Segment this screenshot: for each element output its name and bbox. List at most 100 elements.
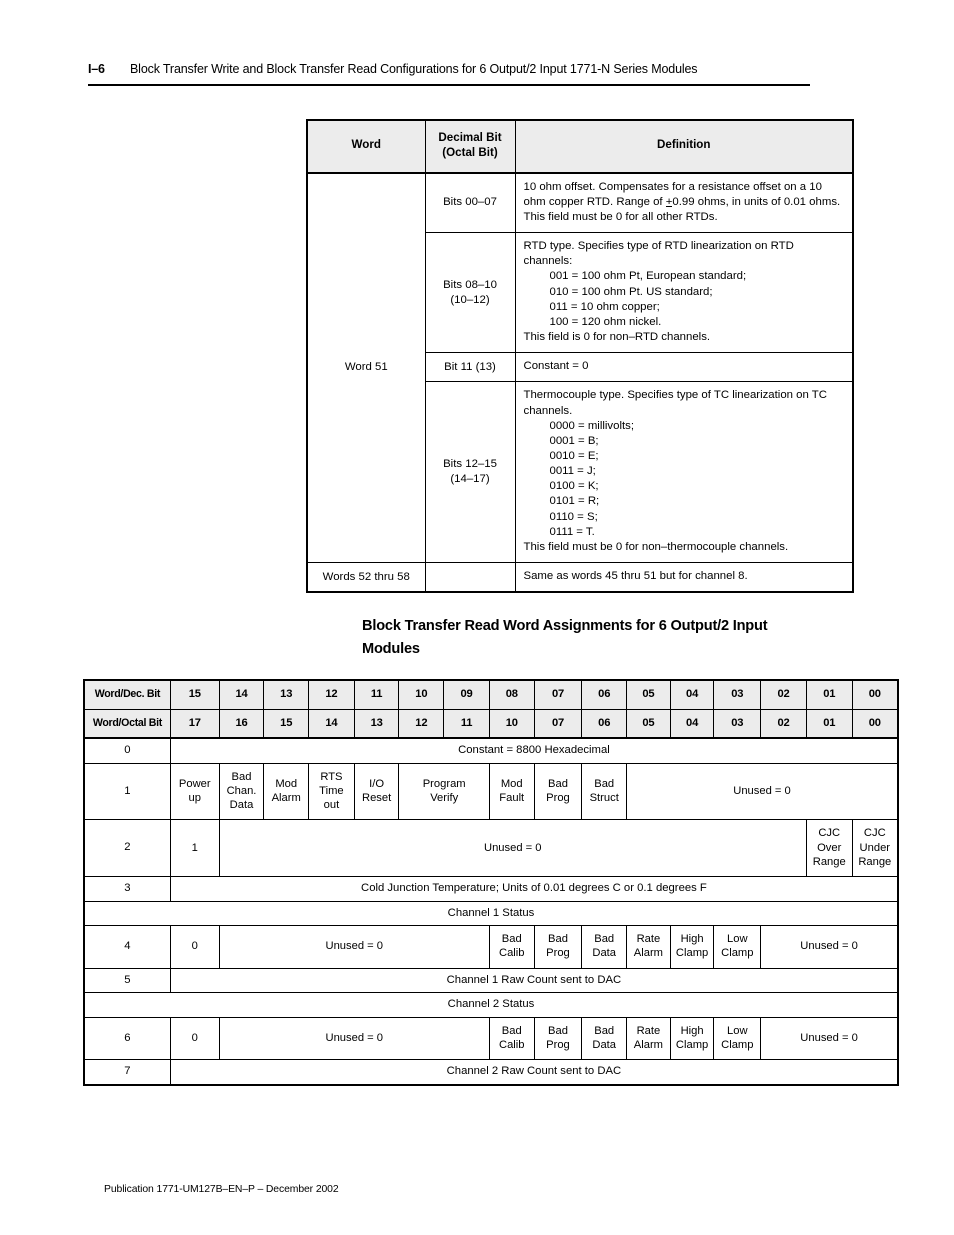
bit-range-decimal: Bits 08–10 [443, 278, 497, 291]
definition-option-line: 0010 = E; [549, 450, 599, 462]
bitfield-line: 1 [191, 841, 198, 854]
bitfield-cell: Channel 1 Status [83, 900, 899, 927]
bitfield-line: Clamp [675, 947, 709, 960]
word-number-cell: 2 [82, 819, 171, 877]
bitfield-cell: Channel 2 Status [83, 992, 899, 1019]
header-rule [88, 84, 810, 86]
bitfield-cell: Rate Alarm [626, 1017, 671, 1061]
bitfield-line: Bad [594, 933, 615, 946]
bitfield-line: Struct [589, 792, 619, 805]
bit-range-cell [424, 562, 516, 594]
bitfield-line: Bad [501, 1025, 522, 1038]
bit-header-cell: 13 [263, 678, 310, 710]
bitfield-cell: Unused = 0 [218, 1017, 490, 1061]
bitfield-cell: Bad Prog [533, 1017, 583, 1061]
bitfield-line: Fault [499, 792, 525, 805]
bitfield-cell: Bad Calib [488, 925, 535, 969]
table-row: 7 Channel 2 Raw Count sent to DAC [82, 1059, 899, 1087]
table-row: 1 Power up Bad Chan. Data Mod Alarm RTS Time out I/… [82, 763, 900, 821]
bitfield-line: Bad [231, 771, 252, 784]
definition-option-line: 0101 = R; [549, 495, 600, 508]
word-number-cell: 1 [82, 763, 171, 821]
definition-option-line: 100 = 120 ohm nickel. [549, 315, 662, 328]
bit-header-cell: 03 [713, 708, 762, 740]
bitfield-line: Rate [636, 933, 661, 946]
table-row: 2 1 Unused = 0 CJC Over Range CJC Under Range [82, 819, 899, 877]
bit-header-cell: 06 [581, 678, 628, 710]
word-number-cell: 3 [82, 875, 171, 902]
bitfield-line: Prog [546, 947, 570, 960]
table-row: 0 Constant = 8800 Hexadecimal [82, 737, 899, 765]
bitfield-line: Chan. [226, 785, 257, 798]
bit-header-cell: 13 [353, 708, 400, 740]
bitfield-line: Prog [546, 1039, 570, 1052]
bit-header-cell: 00 [851, 708, 899, 740]
definition-line: ohm copper RTD. Range of +0.99 ohms, in … [523, 195, 841, 208]
bit-header-cell: 10 [398, 678, 445, 710]
definition-line: channels. [523, 404, 573, 417]
section-heading-line1: Block Transfer Read Word Assignments for… [362, 618, 768, 634]
publication-footer: Publication 1771-UM127B–EN–P – December … [104, 1184, 339, 1195]
bitfield-line: Bad [501, 933, 522, 946]
word-label-cell: Word 51 [306, 172, 426, 564]
bitfield-line: CJC [818, 827, 841, 840]
definition-option-line: 001 = 100 ohm Pt, European standard; [549, 270, 747, 283]
bit-header-cell: 14 [308, 708, 355, 740]
bitfield-line: up [188, 792, 201, 805]
definition-cell: 10 ohm offset. Compensates for a resista… [514, 172, 854, 234]
bitfield-line: High [680, 933, 704, 946]
bitfield-line: Unused = 0 [800, 940, 858, 953]
bitfield-line: Clamp [721, 947, 754, 960]
bit-header-cell: 00 [851, 678, 899, 710]
bitfield-line: Bad [548, 778, 568, 791]
bit-header-cell: 15 [169, 678, 220, 710]
definition-line: channels: [523, 255, 573, 268]
definition-line: This field is 0 for non–RTD channels. [523, 331, 711, 344]
bitfield-line: Rate [636, 1025, 661, 1038]
bitfield-cell: Low Clamp [713, 1017, 762, 1061]
bitfield-line: Range [858, 855, 892, 868]
bit-range-cell: Bits 00–07 [424, 172, 516, 234]
table-row: Channel 2 Status [83, 992, 899, 1019]
plus-minus-glyph: + [665, 195, 673, 208]
definition-option-line: 010 = 100 ohm Pt. US standard; [549, 285, 713, 298]
bit-range-decimal: Bit 11 (13) [444, 360, 496, 373]
bitfield-line: 0 [191, 940, 198, 953]
bit-header-cell: 02 [760, 678, 807, 710]
bit-header-cell: 03 [713, 678, 762, 710]
bit-header-cell: 05 [626, 708, 671, 740]
bitfield-line: Mod [500, 778, 523, 791]
word-definition-table: Word Decimal Bit (Octal Bit) Definition … [306, 119, 854, 594]
bitfield-line: Unused = 0 [733, 785, 791, 798]
bitfield-cell: CJC Under Range [851, 819, 899, 877]
bit-header-cell: 06 [581, 708, 628, 740]
bit-range-cell: Bit 11 (13) [424, 352, 516, 383]
bitfield-line: Channel 1 Raw Count sent to DAC [446, 973, 622, 986]
bit-range-cell: Bits 08–10 (10–12) [424, 232, 516, 354]
bitfield-cell: Bad Chan. Data [218, 763, 265, 821]
word-number-cell: 6 [82, 1017, 171, 1061]
bitfield-line: Range [812, 855, 846, 868]
bit-header-cell: 08 [488, 678, 535, 710]
bit-header-cell: 04 [669, 678, 715, 710]
bitfield-cell: Mod Fault [488, 763, 535, 821]
bitfield-cell: Unused = 0 [626, 763, 900, 821]
bitfield-line: Low [727, 933, 748, 946]
bitfield-line: High [680, 1025, 704, 1038]
bitfield-line: RTS [320, 771, 343, 784]
bitfield-line: Power [178, 778, 211, 791]
bitfield-line: Bad [548, 933, 568, 946]
bitfield-cell: 1 [169, 819, 220, 877]
bitfield-cell: Channel 1 Raw Count sent to DAC [169, 967, 899, 994]
bitfield-cell: Unused = 0 [760, 925, 900, 969]
bitfield-line: Alarm [633, 947, 663, 960]
bitfield-cell: CJC Over Range [805, 819, 853, 877]
bit-range-decimal: Bits 12–15 [443, 458, 497, 471]
bit-header-cell: 15 [263, 708, 310, 740]
bit-header-label: Word/Octal Bit [82, 708, 171, 740]
bitfield-line: CJC [863, 827, 886, 840]
bitfield-line: Alarm [633, 1039, 663, 1052]
bitfield-line: Alarm [271, 792, 301, 805]
bitfield-line: Unused = 0 [325, 940, 384, 953]
bitfield-cell: Low Clamp [713, 925, 762, 969]
